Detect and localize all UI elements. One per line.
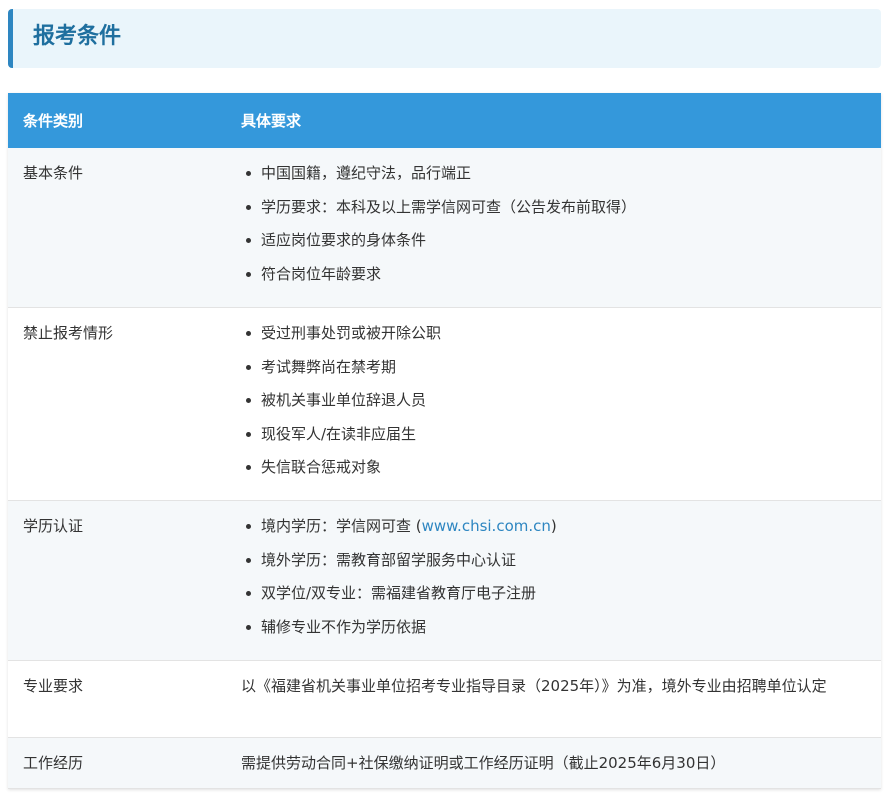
- row-category: 禁止报考情形: [8, 307, 226, 501]
- list-item: 受过刑事处罚或被开除公职: [246, 323, 866, 357]
- table-row: 基本条件 中国国籍，遵纪守法，品行端正 学历要求：本科及以上需学信网可查（公告发…: [8, 148, 881, 308]
- list-item: 学历要求：本科及以上需学信网可查（公告发布前取得）: [246, 197, 866, 231]
- header-requirements: 具体要求: [226, 93, 881, 148]
- list-item: 适应岗位要求的身体条件: [246, 230, 866, 264]
- row-category: 专业要求: [8, 660, 226, 738]
- list-item: 中国国籍，遵纪守法，品行端正: [246, 163, 866, 197]
- list-item: 被机关事业单位辞退人员: [246, 390, 866, 424]
- row-details: 受过刑事处罚或被开除公职 考试舞弊尚在禁考期 被机关事业单位辞退人员 现役军人/…: [226, 307, 881, 501]
- table-row: 禁止报考情形 受过刑事处罚或被开除公职 考试舞弊尚在禁考期 被机关事业单位辞退人…: [8, 307, 881, 501]
- list-item: 双学位/双专业：需福建省教育厅电子注册: [246, 583, 866, 617]
- item-text: 境内学历：学信网可查 (: [261, 517, 422, 535]
- list-item: 失信联合惩戒对象: [246, 457, 866, 477]
- item-text: ): [550, 517, 557, 535]
- requirements-table: 条件类别 具体要求 基本条件 中国国籍，遵纪守法，品行端正 学历要求：本科及以上…: [8, 93, 881, 789]
- list-item: 现役军人/在读非应届生: [246, 424, 866, 458]
- chsi-link[interactable]: www.chsi.com.cn: [422, 517, 551, 535]
- table-row: 学历认证 境内学历：学信网可查 (www.chsi.com.cn) 境外学历：需…: [8, 500, 881, 661]
- list-item: 符合岗位年龄要求: [246, 264, 866, 284]
- row-category: 基本条件: [8, 148, 226, 308]
- section-title: 报考条件: [33, 24, 122, 49]
- list-item: 辅修专业不作为学历依据: [246, 617, 866, 637]
- list-item: 境外学历：需教育部留学服务中心认证: [246, 550, 866, 584]
- header-category: 条件类别: [8, 93, 226, 148]
- row-details: 中国国籍，遵纪守法，品行端正 学历要求：本科及以上需学信网可查（公告发布前取得）…: [226, 148, 881, 308]
- list-item: 考试舞弊尚在禁考期: [246, 357, 866, 391]
- row-category: 学历认证: [8, 500, 226, 661]
- table-row: 工作经历 需提供劳动合同+社保缴纳证明或工作经历证明（截止2025年6月30日）: [8, 737, 881, 789]
- table-row: 专业要求 以《福建省机关事业单位招考专业指导目录（2025年）》为准，境外专业由…: [8, 660, 881, 738]
- row-details: 境内学历：学信网可查 (www.chsi.com.cn) 境外学历：需教育部留学…: [226, 500, 881, 661]
- row-category: 工作经历: [8, 737, 226, 789]
- row-details: 以《福建省机关事业单位招考专业指导目录（2025年）》为准，境外专业由招聘单位认…: [226, 660, 881, 738]
- list-item: 境内学历：学信网可查 (www.chsi.com.cn): [246, 516, 866, 550]
- row-details: 需提供劳动合同+社保缴纳证明或工作经历证明（截止2025年6月30日）: [226, 737, 881, 789]
- section-header: 报考条件: [8, 9, 881, 68]
- table-header-row: 条件类别 具体要求: [8, 93, 881, 148]
